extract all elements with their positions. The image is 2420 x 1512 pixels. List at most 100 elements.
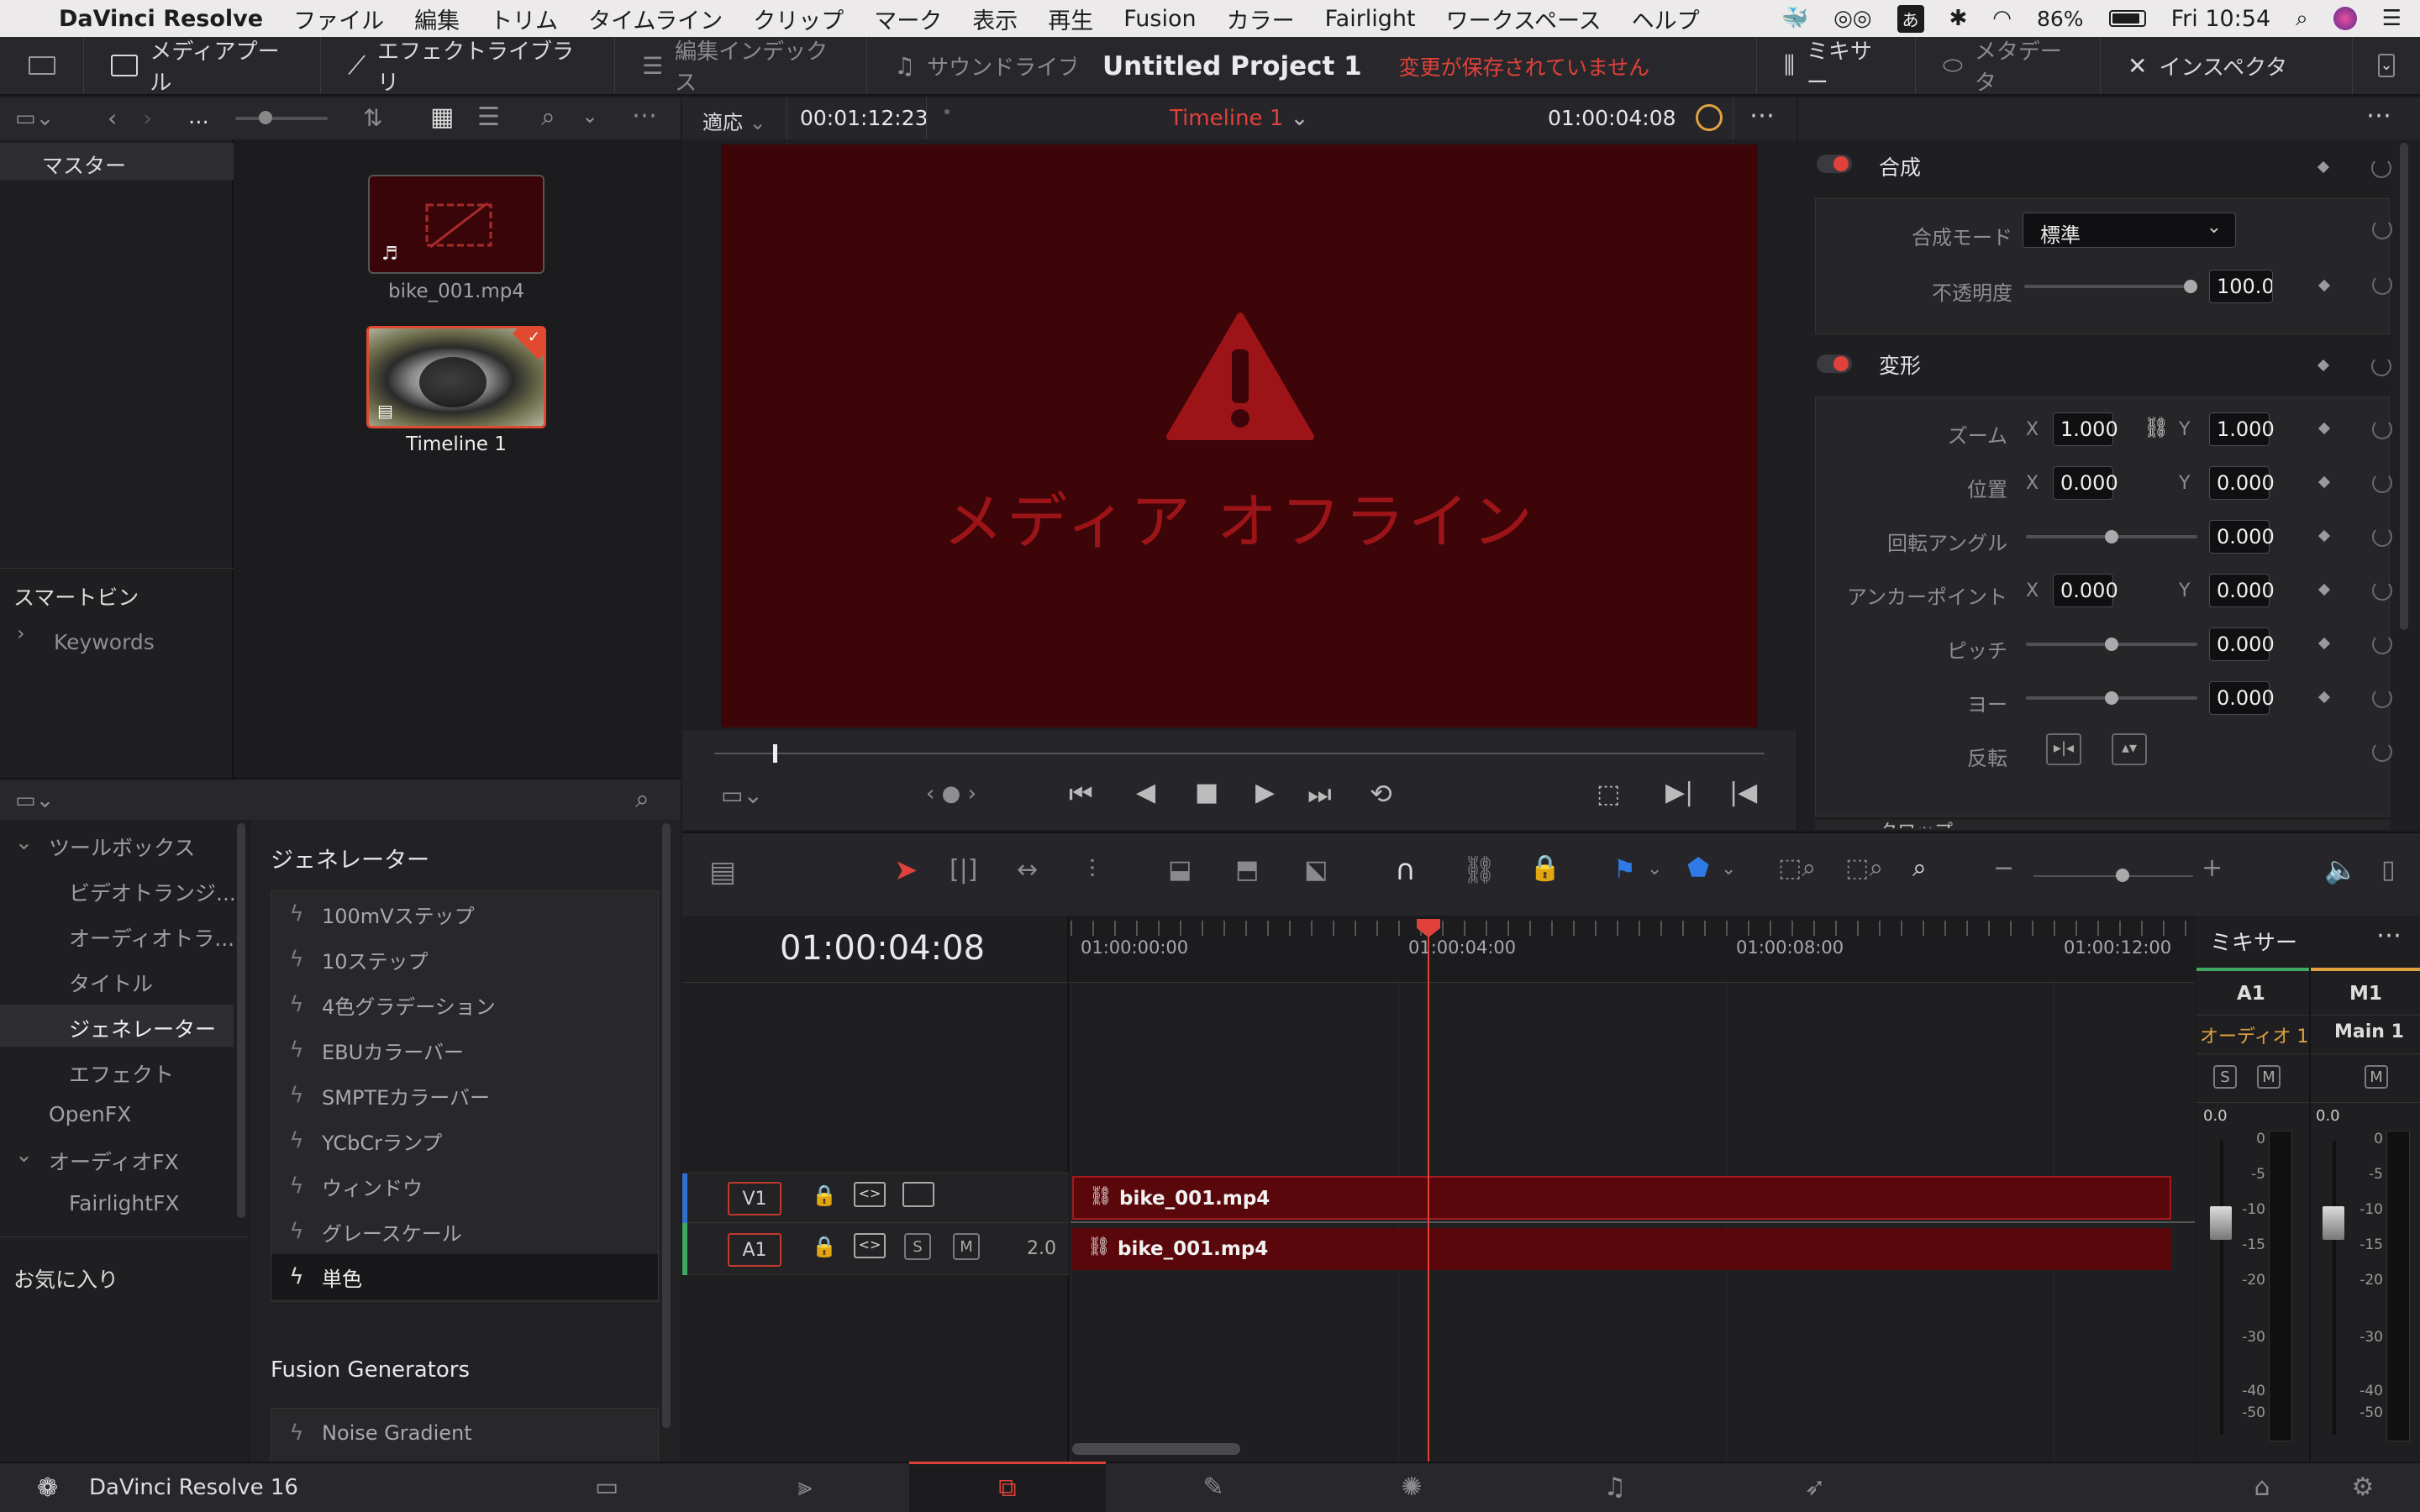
pitch-knob[interactable]	[2105, 638, 2118, 651]
chevron-down-icon[interactable]: ⌄	[1647, 858, 1662, 879]
yaw-input[interactable]: 0.000	[2209, 681, 2275, 715]
search-icon[interactable]: ⌕	[635, 785, 650, 814]
thumb-size-knob[interactable]	[259, 111, 272, 124]
grid-view-icon[interactable]: ▦	[430, 102, 454, 132]
generator-item[interactable]: ϟ ウィンドウ	[271, 1163, 665, 1209]
prev-edit-icon[interactable]: |◀	[1729, 778, 1757, 807]
tree-generators-selected[interactable]: ジェネレーター	[0, 1005, 234, 1047]
chevron-down-icon[interactable]: ⌄	[15, 1142, 33, 1167]
fairlight-page-icon[interactable]: ♫	[1565, 1462, 1665, 1512]
zoom-custom-icon[interactable]: ⌕	[1912, 853, 1927, 883]
reset-icon[interactable]	[2372, 275, 2392, 295]
opacity-slider[interactable]	[2024, 285, 2196, 288]
menu-clip[interactable]: クリップ	[753, 3, 844, 35]
reset-icon[interactable]	[2372, 419, 2392, 439]
meter-icon[interactable]: ▯	[2381, 855, 2396, 885]
rotation-knob[interactable]	[2105, 530, 2118, 543]
menu-help[interactable]: ヘルプ	[1632, 3, 1700, 35]
sort-icon[interactable]: ⇅	[363, 104, 382, 132]
generator-item[interactable]: ϟ 4色グラデーション	[271, 982, 665, 1027]
dynamic-trim-icon[interactable]: ↔	[1017, 855, 1038, 885]
tree-video-transitions[interactable]: ビデオトランジ...	[69, 877, 236, 907]
flip-horizontal-button[interactable]: ▸|◂	[2046, 733, 2081, 765]
loop-icon[interactable]: ⟲	[1370, 778, 1392, 810]
timeline-horizontal-scrollbar[interactable]	[1072, 1443, 1240, 1455]
keyframe-icon[interactable]	[2317, 160, 2330, 174]
menu-color[interactable]: カラー	[1227, 3, 1295, 35]
media-pool-button[interactable]: メディアプール	[84, 37, 321, 96]
menu-fusion[interactable]: Fusion	[1123, 6, 1196, 32]
flag-icon[interactable]: ⚑	[1613, 855, 1636, 885]
reset-icon[interactable]	[2372, 527, 2392, 547]
docker-icon[interactable]: 🐳	[1781, 6, 1808, 31]
go-to-start-icon[interactable]: ⏮	[1069, 778, 1093, 811]
stop-icon[interactable]: ■	[1195, 778, 1218, 807]
menu-edit[interactable]: 編集	[414, 3, 460, 35]
position-x-input[interactable]: 0.000	[2053, 466, 2118, 500]
timeline-zoom-slider[interactable]	[2033, 875, 2193, 877]
clip-thumbnail-bike[interactable]: ♬	[368, 175, 544, 274]
insert-clip-icon[interactable]: ⬓	[1168, 855, 1192, 885]
video-clip[interactable]: ⛓ bike_001.mp4	[1072, 1176, 2171, 1220]
keyframe-icon[interactable]	[2317, 583, 2331, 596]
tree-toolbox[interactable]: ツールボックス	[49, 832, 195, 862]
chevron-down-icon[interactable]: ⌄	[1721, 858, 1736, 879]
pitch-input[interactable]: 0.000	[2209, 627, 2275, 661]
generator-item[interactable]: ϟ YCbCrランプ	[271, 1118, 665, 1163]
edit-index-button[interactable]: ☰ 編集インデックス	[615, 37, 867, 96]
tree-audio-fx[interactable]: オーディオFX	[49, 1146, 179, 1176]
menu-file[interactable]: ファイル	[293, 3, 384, 35]
settings-gear-icon[interactable]: ⚙	[2329, 1462, 2396, 1512]
anchor-y-input[interactable]: 0.000	[2209, 574, 2275, 607]
search-icon[interactable]: ⌕	[541, 102, 555, 132]
keyframe-icon[interactable]	[2317, 475, 2331, 489]
chevron-down-icon[interactable]: ⌄	[15, 830, 33, 854]
menu-workspace[interactable]: ワークスペース	[1446, 3, 1602, 35]
auto-select-icon[interactable]: <>	[854, 1233, 886, 1258]
more-options-icon[interactable]: ⋯	[632, 101, 657, 130]
more-options-icon[interactable]: ⋯	[1749, 101, 1775, 130]
panel-toggle-icon[interactable]: ▭⌄	[15, 788, 54, 813]
marker-icon[interactable]: ⬟	[1687, 853, 1709, 883]
tree-effects[interactable]: エフェクト	[69, 1058, 174, 1089]
bluetooth-icon[interactable]: ✱	[1949, 6, 1968, 31]
keyframe-icon[interactable]	[2317, 422, 2331, 435]
thumb-size-slider[interactable]	[235, 117, 328, 120]
go-to-end-icon[interactable]: ⏭	[1307, 778, 1332, 811]
anchor-x-input[interactable]: 0.000	[2053, 574, 2118, 607]
panel-toggle-icon[interactable]: ▭⌄	[15, 106, 54, 131]
generator-item-selected[interactable]: ϟ 単色	[271, 1254, 658, 1299]
link-icon[interactable]: ⛓	[2144, 416, 2169, 439]
generator-item[interactable]: ϟ SMPTEカラーバー	[271, 1073, 665, 1118]
wifi-icon[interactable]: ◠	[1992, 6, 2012, 31]
mixer-button[interactable]: ⫼ ミキサー	[1756, 37, 1916, 96]
app-menu[interactable]: DaVinci Resolve	[59, 6, 263, 32]
reset-icon[interactable]	[2372, 473, 2392, 493]
flip-vertical-button[interactable]: ▴▾	[2112, 733, 2147, 765]
menu-timeline[interactable]: タイムライン	[588, 3, 723, 35]
menu-fairlight[interactable]: Fairlight	[1325, 6, 1416, 32]
mixer-solo-button[interactable]: S	[2213, 1065, 2237, 1089]
yaw-knob[interactable]	[2105, 691, 2118, 705]
reset-icon[interactable]	[2371, 158, 2391, 178]
keyframe-icon[interactable]	[2317, 690, 2331, 704]
tree-fairlight-fx[interactable]: FairlightFX	[69, 1191, 180, 1215]
link-icon[interactable]: ⛓	[1462, 853, 1497, 885]
next-edit-icon[interactable]: ▶|	[1665, 778, 1693, 807]
tree-openfx[interactable]: OpenFX	[49, 1102, 131, 1126]
position-y-input[interactable]: 0.000	[2209, 466, 2275, 500]
keyframe-icon[interactable]	[2317, 279, 2331, 292]
cut-page-icon[interactable]: ⫸	[755, 1462, 855, 1512]
replace-clip-icon[interactable]: ⬕	[1304, 855, 1328, 885]
fader-1-knob[interactable]	[2210, 1206, 2232, 1240]
play-icon[interactable]: ▶	[1255, 778, 1275, 807]
scrubber-playhead[interactable]	[773, 744, 777, 763]
rotation-input[interactable]: 0.000	[2209, 520, 2275, 554]
zoom-x-input[interactable]: 1.000	[2053, 412, 2118, 446]
list-view-icon[interactable]: ☰	[477, 102, 500, 132]
generator-item[interactable]: ϟ Noise Gradient	[271, 1410, 665, 1456]
match-frame-icon[interactable]: ⬚	[1597, 780, 1620, 809]
scrubber-bar[interactable]	[714, 753, 1765, 754]
control-center-icon[interactable]: ☰	[2382, 6, 2402, 31]
reset-icon[interactable]	[2372, 219, 2392, 239]
